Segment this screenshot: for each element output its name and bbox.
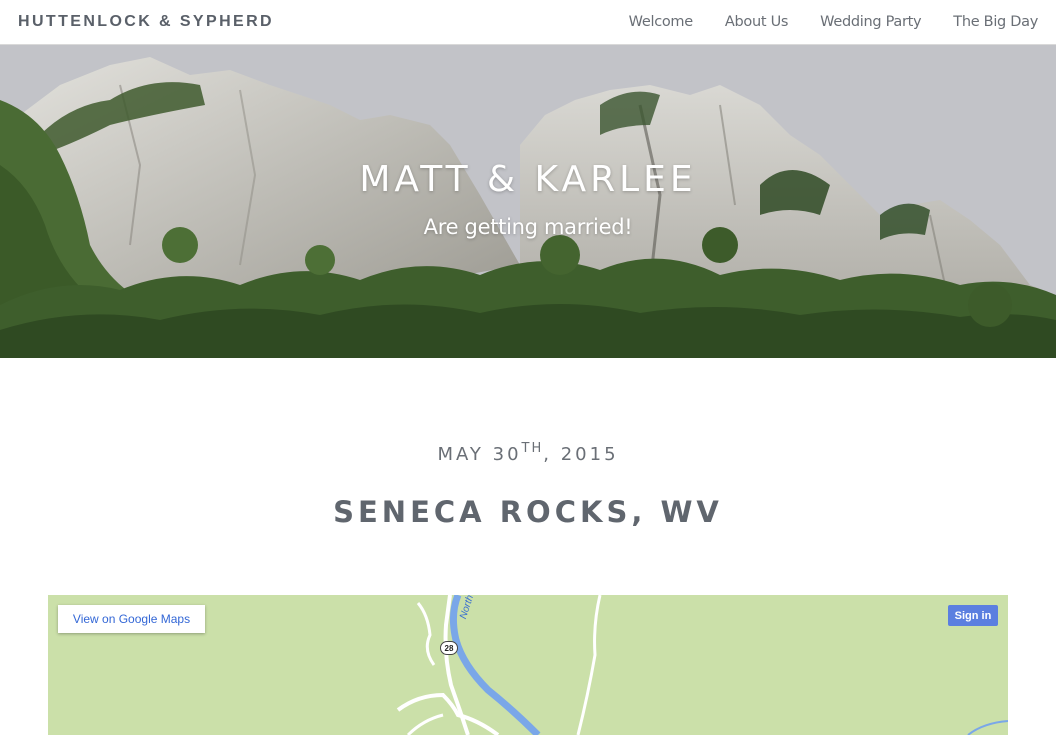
site-brand[interactable]: HUTTENLOCK & SYPHERD [18,13,274,31]
hero-subtitle: Are getting married! [423,215,633,239]
event-date-year: , 2015 [543,444,619,465]
view-on-google-maps-button[interactable]: View on Google Maps [58,605,205,633]
hero-title: MATT & KARLEE [359,159,697,200]
google-map[interactable]: North Fo 28 View on Google Maps Sign in [48,595,1008,735]
hero-banner: MATT & KARLEE Are getting married! [0,45,1056,358]
nav-the-big-day[interactable]: The Big Day [953,14,1038,30]
hero-mountain-image [0,45,1056,358]
event-location: SENECA ROCKS, WV [333,495,723,529]
nav-welcome[interactable]: Welcome [629,14,694,30]
map-sign-in-button[interactable]: Sign in [948,605,998,626]
nav-about-us[interactable]: About Us [725,14,789,30]
nav-wedding-party[interactable]: Wedding Party [820,14,921,30]
route-shield-icon: 28 [440,641,458,655]
event-date: MAY 30TH, 2015 [0,441,1056,465]
event-date-main: MAY 30 [437,444,522,465]
event-date-suffix: TH [521,441,544,456]
main-nav: Welcome About Us Wedding Party The Big D… [597,14,1039,30]
top-navbar: HUTTENLOCK & SYPHERD Welcome About Us We… [0,0,1056,45]
